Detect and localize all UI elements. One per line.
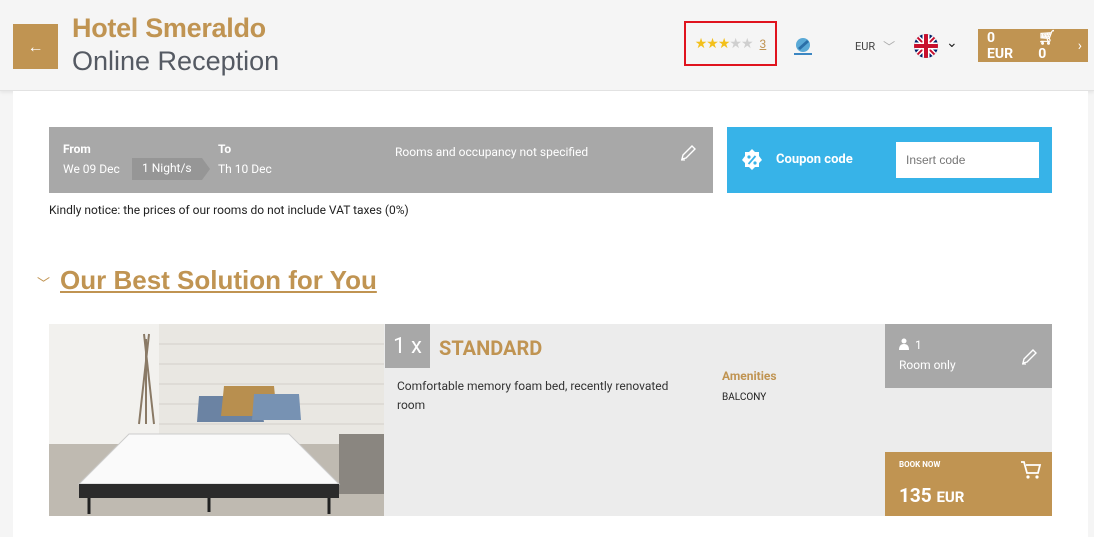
star-empty-icon: ★ [740, 35, 754, 52]
chevron-down-icon: ﹀ [883, 40, 896, 54]
rating-widget[interactable]: ★★★★★ 3 [684, 21, 777, 66]
book-now-label: BOOK NOW [899, 460, 941, 469]
star-filled-icon: ★ [694, 35, 708, 52]
amenities-label: Amenities [722, 369, 777, 383]
discount-badge-icon [742, 149, 762, 170]
room-description: Comfortable memory foam bed, recently re… [397, 379, 669, 412]
nights-badge: 1 Night/s [132, 158, 210, 180]
room-price: 135 EUR [899, 484, 964, 507]
to-date: Th 10 Dec [218, 162, 272, 176]
cart-total: 0 EUR [987, 29, 1014, 62]
arrow-left-icon: ← [27, 36, 44, 56]
room-quantity: 1 x [385, 324, 430, 368]
from-date: We 09 Dec [63, 162, 120, 176]
header: ← Hotel Smeraldo Online Reception ★★★★★ … [0, 0, 1094, 91]
chevron-down-icon: ﹀ [37, 277, 51, 292]
chevron-right-icon: › [1077, 37, 1082, 54]
language-chevron-icon[interactable]: ⌄ [946, 35, 958, 51]
tripadvisor-icon[interactable] [792, 34, 814, 56]
section-title: Our Best Solution for You [60, 265, 377, 295]
amenity-item: BALCONY [722, 392, 767, 403]
cart-count: 0 [1038, 45, 1047, 62]
star-filled-icon: ★ [706, 35, 719, 52]
currency-label: EUR [855, 40, 876, 53]
coupon-input[interactable] [896, 142, 1039, 178]
uk-flag-icon[interactable] [914, 34, 938, 58]
cart-icon: 🛒︎ [1038, 29, 1056, 46]
coupon-label: Coupon code [776, 152, 853, 167]
back-button[interactable]: ← [13, 24, 58, 69]
room-card: 1 x STANDARD Comfortable memory foam bed… [49, 324, 1052, 516]
star-filled-icon: ★ [717, 35, 731, 52]
vat-notice: Kindly notice: the prices of our rooms d… [49, 203, 409, 217]
board-type: Room only [899, 358, 956, 372]
guest-count: 1 [915, 338, 922, 352]
price-currency: EUR [936, 488, 965, 506]
rooms-occupancy-text: Rooms and occupancy not specified [395, 145, 589, 159]
occupancy-panel[interactable]: 1 Room only [885, 324, 1052, 388]
best-solution-toggle[interactable]: ﹀ Our Best Solution for You [37, 265, 377, 296]
cart-icon [1021, 461, 1042, 479]
book-now-button[interactable]: BOOK NOW 135 EUR [885, 452, 1052, 516]
cart-items: 🛒︎0 [1038, 30, 1064, 62]
from-label: From [63, 142, 91, 156]
currency-selector[interactable]: EUR ﹀ [855, 38, 895, 55]
stay-summary[interactable]: From We 09 Dec 1 Night/s To Th 10 Dec Ro… [49, 127, 713, 193]
person-icon [899, 338, 909, 350]
coupon-panel: Coupon code [727, 127, 1052, 193]
main-content: From We 09 Dec 1 Night/s To Th 10 Dec Ro… [13, 91, 1088, 537]
room-name[interactable]: STANDARD [439, 336, 542, 360]
hotel-name: Hotel Smeraldo [72, 13, 266, 43]
to-label: To [218, 142, 232, 156]
page-subtitle: Online Reception [72, 46, 280, 76]
cart-button[interactable]: 0 EUR 🛒︎0 › [978, 29, 1088, 62]
pencil-icon[interactable] [1020, 348, 1038, 366]
room-photo[interactable] [49, 324, 384, 516]
review-count-link[interactable]: 3 [760, 37, 767, 51]
star-empty-icon: ★ [729, 35, 742, 52]
price-value: 135 [899, 484, 932, 507]
pencil-icon[interactable] [679, 144, 697, 162]
rating-stars: ★★★★★ [694, 35, 754, 52]
